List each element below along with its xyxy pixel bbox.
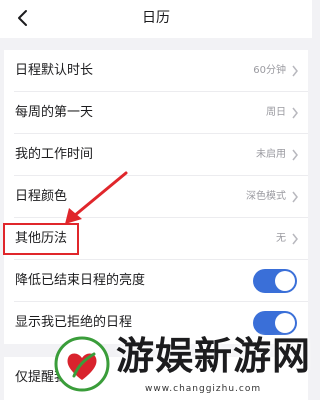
setting-event-color[interactable]: 日程颜色 深色模式 — [4, 176, 308, 218]
watermark-brand: 游娱新游网 — [116, 334, 312, 378]
setting-label: 日程默认时长 — [15, 63, 94, 78]
app-header: 日历 — [0, 0, 312, 38]
chevron-right-icon — [292, 191, 298, 203]
setting-value: 60分钟 — [253, 65, 286, 76]
setting-value: 未启用 — [256, 149, 286, 160]
setting-working-hours[interactable]: 我的工作时间 未启用 — [4, 134, 308, 176]
setting-value: 深色模式 — [246, 191, 286, 202]
watermark: 游娱新游网 www.changgizhu.com — [50, 330, 312, 400]
annotation-arrow-icon — [65, 171, 128, 224]
setting-first-day-of-week[interactable]: 每周的第一天 周日 — [4, 92, 308, 134]
settings-list: 日程默认时长 60分钟 每周的第一天 周日 我的工作时间 未启用 日程颜色 深色… — [4, 50, 308, 344]
chevron-right-icon — [292, 233, 298, 245]
chevron-right-icon — [292, 107, 298, 119]
setting-label: 降低已结束日程的亮度 — [15, 273, 146, 288]
toggle-knob — [275, 271, 295, 291]
setting-label: 每周的第一天 — [15, 105, 94, 120]
setting-dim-past-events: 降低已结束日程的亮度 — [4, 260, 308, 302]
dim-past-events-toggle[interactable] — [253, 269, 297, 293]
chevron-right-icon — [292, 149, 298, 161]
setting-value: 周日 — [266, 107, 286, 118]
watermark-logo-icon — [54, 336, 110, 392]
setting-label: 我的工作时间 — [15, 147, 94, 162]
setting-value: 无 — [276, 233, 286, 244]
page-title: 日历 — [142, 10, 170, 26]
setting-default-duration[interactable]: 日程默认时长 60分钟 — [4, 50, 308, 92]
watermark-url: www.changgizhu.com — [145, 384, 262, 394]
chevron-right-icon — [292, 65, 298, 77]
